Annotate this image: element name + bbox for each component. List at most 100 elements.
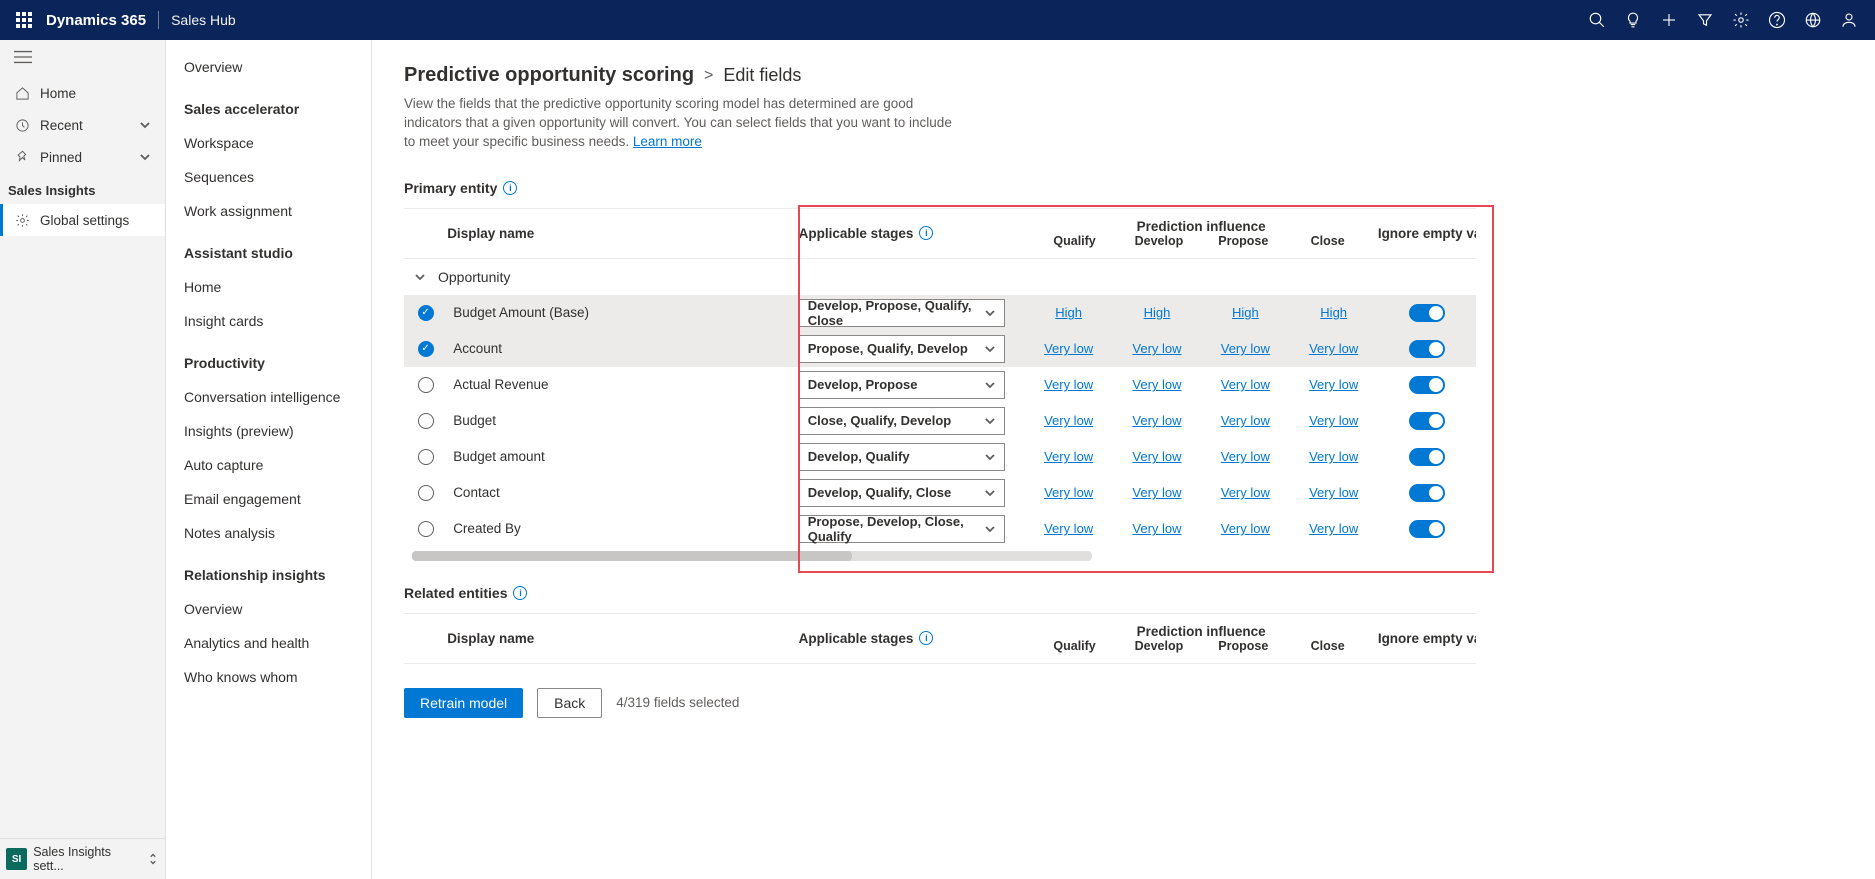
influence-link[interactable]: Very low bbox=[1132, 449, 1181, 464]
sidebar-item-home[interactable]: Home bbox=[166, 270, 371, 304]
influence-link[interactable]: Very low bbox=[1309, 485, 1358, 500]
app-launcher-icon[interactable] bbox=[8, 4, 40, 36]
table-row[interactable]: ContactDevelop, Qualify, CloseVery lowVe… bbox=[404, 475, 1476, 511]
nav-item-home[interactable]: Home bbox=[0, 77, 165, 109]
lightbulb-icon[interactable] bbox=[1615, 0, 1651, 40]
influence-link[interactable]: Very low bbox=[1221, 521, 1270, 536]
chevron-down-icon bbox=[984, 415, 996, 427]
row-checkbox[interactable] bbox=[418, 449, 434, 465]
retrain-model-button[interactable]: Retrain model bbox=[404, 688, 523, 718]
nav-item-pinned[interactable]: Pinned bbox=[0, 141, 165, 173]
influence-link[interactable]: Very low bbox=[1221, 485, 1270, 500]
influence-link[interactable]: Very low bbox=[1132, 341, 1181, 356]
stages-select[interactable]: Develop, Propose, Qualify, Close bbox=[799, 299, 1005, 327]
table-row[interactable]: BudgetClose, Qualify, DevelopVery lowVer… bbox=[404, 403, 1476, 439]
sidebar-item-email-engagement[interactable]: Email engagement bbox=[166, 482, 371, 516]
breadcrumb-root[interactable]: Predictive opportunity scoring bbox=[404, 64, 694, 87]
influence-link[interactable]: Very low bbox=[1044, 341, 1093, 356]
table-row[interactable]: AccountPropose, Qualify, DevelopVery low… bbox=[404, 331, 1476, 367]
ignore-empty-toggle[interactable] bbox=[1409, 340, 1445, 358]
influence-link[interactable]: Very low bbox=[1044, 377, 1093, 392]
nav-item-recent[interactable]: Recent bbox=[0, 109, 165, 141]
table-row[interactable]: Budget Amount (Base)Develop, Propose, Qu… bbox=[404, 295, 1476, 331]
influence-link[interactable]: Very low bbox=[1221, 413, 1270, 428]
plus-icon[interactable] bbox=[1651, 0, 1687, 40]
influence-link[interactable]: Very low bbox=[1132, 377, 1181, 392]
ignore-empty-toggle[interactable] bbox=[1409, 376, 1445, 394]
table-row[interactable]: Created ByPropose, Develop, Close, Quali… bbox=[404, 511, 1476, 547]
sidebar-item-work-assignment[interactable]: Work assignment bbox=[166, 194, 371, 228]
stages-select[interactable]: Develop, Qualify, Close bbox=[799, 479, 1005, 507]
stages-select[interactable]: Close, Qualify, Develop bbox=[799, 407, 1005, 435]
app-icon[interactable] bbox=[1795, 0, 1831, 40]
ignore-empty-toggle[interactable] bbox=[1409, 448, 1445, 466]
chevron-down-icon bbox=[139, 151, 151, 163]
horizontal-scrollbar[interactable] bbox=[412, 551, 1092, 561]
sidebar-item-conversation-intelligence[interactable]: Conversation intelligence bbox=[166, 380, 371, 414]
sidebar-item-sequences[interactable]: Sequences bbox=[166, 160, 371, 194]
table-row[interactable]: Budget amountDevelop, QualifyVery lowVer… bbox=[404, 439, 1476, 475]
sidebar-item-insight-cards[interactable]: Insight cards bbox=[166, 304, 371, 338]
row-checkbox[interactable] bbox=[418, 305, 434, 321]
sidebar-item-notes-analysis[interactable]: Notes analysis bbox=[166, 516, 371, 550]
row-checkbox[interactable] bbox=[418, 413, 434, 429]
influence-link[interactable]: High bbox=[1320, 305, 1347, 320]
sidebar-item-overview[interactable]: Overview bbox=[166, 50, 371, 84]
influence-link[interactable]: Very low bbox=[1132, 485, 1181, 500]
influence-link[interactable]: High bbox=[1232, 305, 1259, 320]
influence-link[interactable]: Very low bbox=[1309, 377, 1358, 392]
learn-more-link[interactable]: Learn more bbox=[633, 134, 702, 149]
influence-link[interactable]: High bbox=[1055, 305, 1082, 320]
row-checkbox[interactable] bbox=[418, 341, 434, 357]
row-checkbox[interactable] bbox=[418, 521, 434, 537]
influence-link[interactable]: Very low bbox=[1132, 413, 1181, 428]
chevron-down-icon bbox=[984, 307, 996, 319]
influence-link[interactable]: Very low bbox=[1044, 485, 1093, 500]
help-icon[interactable] bbox=[1759, 0, 1795, 40]
ignore-empty-toggle[interactable] bbox=[1409, 412, 1445, 430]
stages-select[interactable]: Develop, Qualify bbox=[799, 443, 1005, 471]
search-icon[interactable] bbox=[1579, 0, 1615, 40]
influence-link[interactable]: Very low bbox=[1309, 413, 1358, 428]
info-icon[interactable]: i bbox=[503, 181, 517, 195]
back-button[interactable]: Back bbox=[537, 688, 602, 718]
influence-link[interactable]: High bbox=[1144, 305, 1171, 320]
sidebar-item-who-knows-whom[interactable]: Who knows whom bbox=[166, 660, 371, 694]
info-icon[interactable]: i bbox=[919, 631, 933, 645]
sidebar-item-workspace[interactable]: Workspace bbox=[166, 126, 371, 160]
sidebar-item-insights-preview-[interactable]: Insights (preview) bbox=[166, 414, 371, 448]
ignore-empty-toggle[interactable] bbox=[1409, 520, 1445, 538]
filter-icon[interactable] bbox=[1687, 0, 1723, 40]
person-icon[interactable] bbox=[1831, 0, 1867, 40]
sidebar-item-auto-capture[interactable]: Auto capture bbox=[166, 448, 371, 482]
influence-link[interactable]: Very low bbox=[1309, 341, 1358, 356]
table-row[interactable]: Actual RevenueDevelop, ProposeVery lowVe… bbox=[404, 367, 1476, 403]
row-checkbox[interactable] bbox=[418, 377, 434, 393]
influence-link[interactable]: Very low bbox=[1132, 521, 1181, 536]
nav-toggle-icon[interactable] bbox=[0, 40, 165, 77]
area-switcher[interactable]: SI Sales Insights sett... bbox=[0, 838, 165, 879]
influence-link[interactable]: Very low bbox=[1044, 413, 1093, 428]
stages-select[interactable]: Develop, Propose bbox=[799, 371, 1005, 399]
influence-link[interactable]: Very low bbox=[1221, 377, 1270, 392]
nav-item-global-settings[interactable]: Global settings bbox=[0, 204, 165, 236]
ignore-empty-toggle[interactable] bbox=[1409, 484, 1445, 502]
influence-link[interactable]: Very low bbox=[1309, 449, 1358, 464]
row-checkbox[interactable] bbox=[418, 485, 434, 501]
ignore-empty-toggle[interactable] bbox=[1409, 304, 1445, 322]
influence-link[interactable]: Very low bbox=[1309, 521, 1358, 536]
group-opportunity[interactable]: Opportunity bbox=[404, 259, 1476, 295]
stages-select[interactable]: Propose, Qualify, Develop bbox=[799, 335, 1005, 363]
influence-link[interactable]: Very low bbox=[1044, 521, 1093, 536]
influence-link[interactable]: Very low bbox=[1221, 341, 1270, 356]
stages-select[interactable]: Propose, Develop, Close, Qualify bbox=[799, 515, 1005, 543]
info-icon[interactable]: i bbox=[513, 586, 527, 600]
influence-link[interactable]: Very low bbox=[1221, 449, 1270, 464]
settings-icon[interactable] bbox=[1723, 0, 1759, 40]
sidebar-item-overview[interactable]: Overview bbox=[166, 592, 371, 626]
influence-link[interactable]: Very low bbox=[1044, 449, 1093, 464]
sidebar-item-analytics-and-health[interactable]: Analytics and health bbox=[166, 626, 371, 660]
clock-icon bbox=[14, 117, 30, 133]
info-icon[interactable]: i bbox=[919, 226, 933, 240]
nav-item-label: Pinned bbox=[40, 150, 82, 165]
